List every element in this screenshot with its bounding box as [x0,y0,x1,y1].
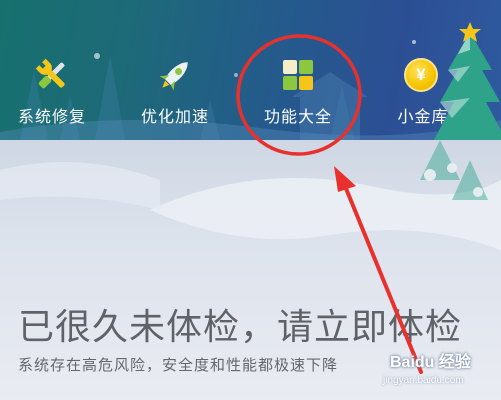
toolbar-item-optimize[interactable]: 优化加速 [120,55,230,135]
toolbar-item-label: 系统修复 [17,109,86,126]
wrench-screwdriver-icon [35,58,65,89]
tiles-grid-icon [283,60,313,90]
rocket-icon [159,62,188,91]
toolbar-item-label: 功能大全 [263,109,332,126]
risk-warning-text: 系统存在高危风险，安全度和性能都极速下降 [18,357,339,374]
watermark-url: jingyan.baidu.com [383,375,464,386]
toolbar-item-system-repair[interactable]: 系统修复 [0,55,107,135]
checkup-headline: 已很久未体检，请立即体检 [18,306,463,347]
coin-symbol: ¥ [416,65,426,84]
top-toolbar: 系统修复 优化加速 功能大全 ¥ 小金库 [0,0,501,140]
toolbar-item-label: 优化加速 [140,109,209,126]
watermark-logo: Baidu 经验 [390,354,471,371]
christmas-tree-icon [434,22,501,140]
toolbar-item-all-features[interactable]: 功能大全 [243,55,353,135]
